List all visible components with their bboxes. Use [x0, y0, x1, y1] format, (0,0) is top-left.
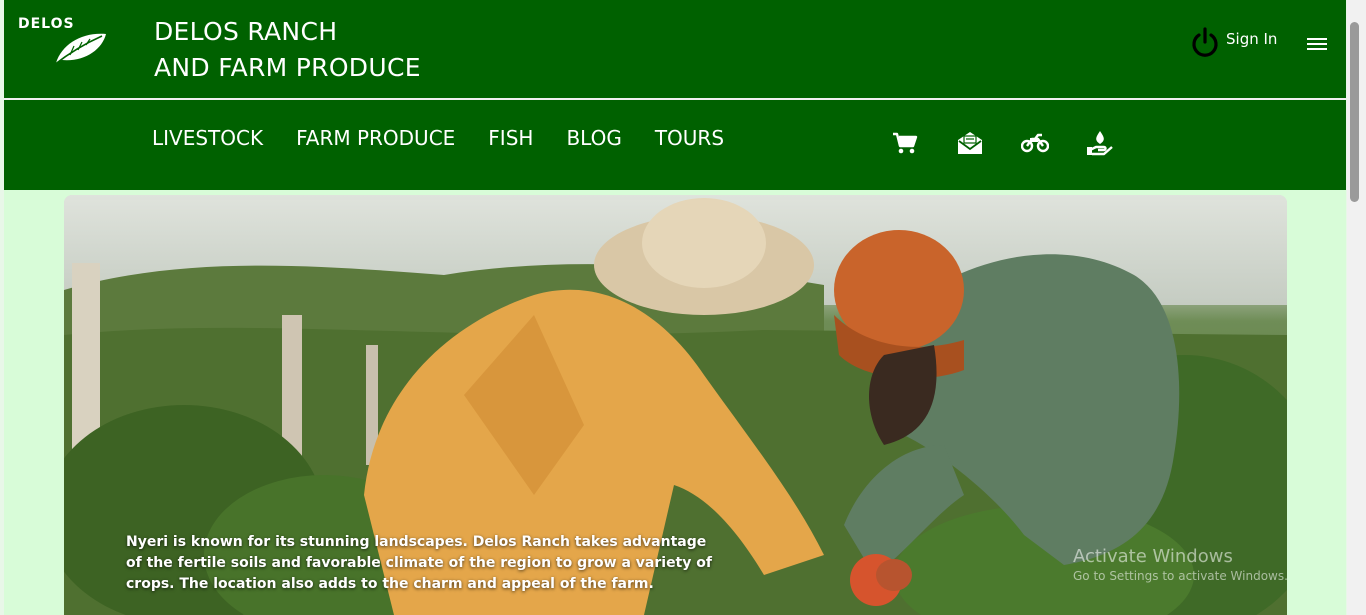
motorbike-icon[interactable] — [1020, 128, 1050, 158]
site-logo[interactable]: DELOS — [18, 16, 110, 68]
cart-icon[interactable] — [890, 128, 920, 158]
windows-activation-watermark: Activate Windows Go to Settings to activ… — [1073, 546, 1288, 583]
nav-links: LIVESTOCK FARM PRODUCE FISH BLOG TOURS — [152, 126, 757, 150]
nav-link-tours[interactable]: TOURS — [655, 126, 724, 150]
scrollbar-thumb[interactable] — [1350, 22, 1359, 202]
leaf-icon — [53, 33, 106, 66]
hero-caption: Nyeri is known for its stunning landscap… — [126, 534, 712, 592]
nav-icons — [890, 128, 1150, 158]
mail-icon[interactable] — [955, 128, 985, 158]
sign-in-label: Sign In — [1226, 30, 1278, 48]
sign-in-button[interactable]: Sign In — [1190, 26, 1277, 60]
power-icon — [1192, 27, 1218, 57]
brand-line-1: DELOS RANCH — [154, 17, 338, 46]
brand-line-2: AND FARM PRODUCE — [154, 53, 421, 82]
watermark-subtitle: Go to Settings to activate Windows. — [1073, 569, 1288, 583]
brand-title: DELOS RANCH AND FARM PRODUCE — [154, 14, 421, 86]
nav-link-livestock[interactable]: LIVESTOCK — [152, 126, 263, 150]
hand-drop-icon[interactable] — [1085, 128, 1115, 158]
nav-link-fish[interactable]: FISH — [488, 126, 533, 150]
top-header: DELOS DELOS RANCH AND FARM PRODUCE Sign … — [4, 0, 1346, 98]
nav-link-farm-produce[interactable]: FARM PRODUCE — [296, 126, 455, 150]
menu-icon[interactable] — [1307, 38, 1327, 52]
nav-link-blog[interactable]: BLOG — [566, 126, 621, 150]
watermark-title: Activate Windows — [1073, 546, 1233, 567]
